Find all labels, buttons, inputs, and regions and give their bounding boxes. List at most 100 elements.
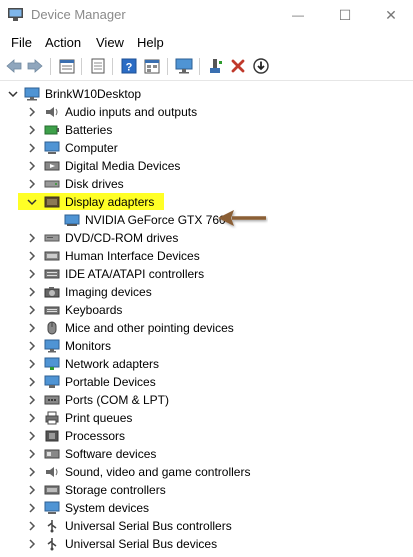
tree-category-label: Monitors <box>65 339 112 353</box>
tree-category-item[interactable]: Display adapters <box>0 193 413 211</box>
chevron-right-icon[interactable] <box>26 502 38 514</box>
tree-category-item[interactable]: Digital Media Devices <box>0 157 413 175</box>
portable-device-icon <box>44 375 60 389</box>
tree-root-item[interactable]: BrinkW10Desktop <box>0 85 413 103</box>
tree-category-item[interactable]: Processors <box>0 427 413 445</box>
toolbar-separator <box>50 58 51 75</box>
tree-category-item[interactable]: DVD/CD-ROM drives <box>0 229 413 247</box>
chevron-right-icon[interactable] <box>26 142 38 154</box>
minimize-icon: — <box>292 8 304 22</box>
close-button[interactable]: ✕ <box>368 0 413 30</box>
chevron-right-icon[interactable] <box>26 448 38 460</box>
tree-category-item[interactable]: IDE ATA/ATAPI controllers <box>0 265 413 283</box>
back-button[interactable] <box>4 56 24 76</box>
uninstall-x-icon <box>231 59 245 73</box>
chevron-right-icon[interactable] <box>26 376 38 388</box>
update-driver-button[interactable] <box>206 56 226 76</box>
chevron-right-icon[interactable] <box>26 430 38 442</box>
chevron-right-icon[interactable] <box>26 466 38 478</box>
monitor-icon <box>44 339 60 353</box>
menu-action[interactable]: Action <box>45 35 81 50</box>
chevron-right-icon[interactable] <box>26 160 38 172</box>
tree-device-label: NVIDIA GeForce GTX 760 <box>85 213 226 227</box>
chevron-right-icon[interactable] <box>26 106 38 118</box>
chevron-right-icon[interactable] <box>26 250 38 262</box>
chevron-right-icon[interactable] <box>26 304 38 316</box>
tree-category-item[interactable]: Storage controllers <box>0 481 413 499</box>
chevron-right-icon[interactable] <box>26 340 38 352</box>
chevron-right-icon[interactable] <box>26 322 38 334</box>
chevron-right-icon[interactable] <box>26 268 38 280</box>
media-device-icon <box>44 159 60 173</box>
monitor-button[interactable] <box>174 56 194 76</box>
chevron-right-icon[interactable] <box>26 538 38 550</box>
tree-category-item[interactable]: Audio inputs and outputs <box>0 103 413 121</box>
tree-category-item[interactable]: Keyboards <box>0 301 413 319</box>
tree-category-item[interactable]: Computer <box>0 139 413 157</box>
chevron-right-icon[interactable] <box>26 412 38 424</box>
scan-hardware-button[interactable] <box>251 56 271 76</box>
mouse-icon <box>44 321 60 335</box>
properties-button[interactable] <box>57 56 77 76</box>
close-icon: ✕ <box>385 6 397 23</box>
chevron-right-icon[interactable] <box>26 124 38 136</box>
camera-icon <box>44 285 60 299</box>
tree-category-label: Keyboards <box>65 303 123 317</box>
update-driver-icon <box>210 59 222 73</box>
chevron-down-icon[interactable] <box>7 88 19 100</box>
tree-category-item[interactable]: Ports (COM & LPT) <box>0 391 413 409</box>
tree-category-item[interactable]: Disk drives <box>0 175 413 193</box>
chevron-right-icon[interactable] <box>26 286 38 298</box>
uninstall-button[interactable] <box>228 56 248 76</box>
tree-category-item[interactable]: Universal Serial Bus devices <box>0 535 413 553</box>
tree-category-label: Ports (COM & LPT) <box>65 393 170 407</box>
tree-category-label: Portable Devices <box>65 375 156 389</box>
back-arrow-icon <box>6 59 22 73</box>
chevron-right-icon[interactable] <box>26 394 38 406</box>
tree-category-item[interactable]: Portable Devices <box>0 373 413 391</box>
chevron-right-icon[interactable] <box>26 178 38 190</box>
tree-category-item[interactable]: Monitors <box>0 337 413 355</box>
menu-view[interactable]: View <box>96 35 124 50</box>
menu-help[interactable]: Help <box>137 35 164 50</box>
tree-category-item[interactable]: Software devices <box>0 445 413 463</box>
tree-root-label: BrinkW10Desktop <box>45 87 142 101</box>
computer-icon <box>44 141 60 155</box>
maximize-button[interactable]: ☐ <box>322 0 368 30</box>
dvd-icon <box>44 231 60 245</box>
hid-icon <box>44 249 60 263</box>
menu-file[interactable]: File <box>11 35 32 50</box>
show-hidden-icon <box>144 59 160 73</box>
device-manager-app-icon <box>8 8 23 21</box>
tree-category-item[interactable]: Universal Serial Bus controllers <box>0 517 413 535</box>
port-icon <box>44 393 60 407</box>
toolbar: ? <box>0 53 413 81</box>
chevron-right-icon[interactable] <box>26 232 38 244</box>
chevron-right-icon[interactable] <box>26 484 38 496</box>
tree-category-item[interactable]: Network adapters <box>0 355 413 373</box>
tree-category-label: Sound, video and game controllers <box>65 465 251 479</box>
computer-icon <box>24 87 40 101</box>
tree-category-item[interactable]: Imaging devices <box>0 283 413 301</box>
tree-category-item[interactable]: System devices <box>0 499 413 517</box>
tree-category-item[interactable]: Print queues <box>0 409 413 427</box>
annotation-arrow-icon <box>218 210 266 226</box>
chevron-down-icon[interactable] <box>26 196 38 208</box>
tree-device-item[interactable]: NVIDIA GeForce GTX 760 <box>0 211 413 229</box>
chevron-right-icon[interactable] <box>26 520 38 532</box>
tree-category-label: Display adapters <box>65 195 155 209</box>
device-tree: BrinkW10Desktop Audio inputs and outputs B… <box>0 81 413 557</box>
tree-category-item[interactable]: Sound, video and game controllers <box>0 463 413 481</box>
show-hidden-button[interactable] <box>142 56 162 76</box>
tree-category-item[interactable]: Mice and other pointing devices <box>0 319 413 337</box>
tree-category-label: Mice and other pointing devices <box>65 321 234 335</box>
chevron-right-icon[interactable] <box>26 358 38 370</box>
forward-button[interactable] <box>25 56 45 76</box>
help-button[interactable]: ? <box>119 56 139 76</box>
tree-category-item[interactable]: Human Interface Devices <box>0 247 413 265</box>
minimize-button[interactable]: — <box>275 0 321 30</box>
maximize-icon: ☐ <box>338 6 352 23</box>
toolbar-separator <box>112 58 113 75</box>
document-button[interactable] <box>88 56 108 76</box>
tree-category-item[interactable]: Batteries <box>0 121 413 139</box>
